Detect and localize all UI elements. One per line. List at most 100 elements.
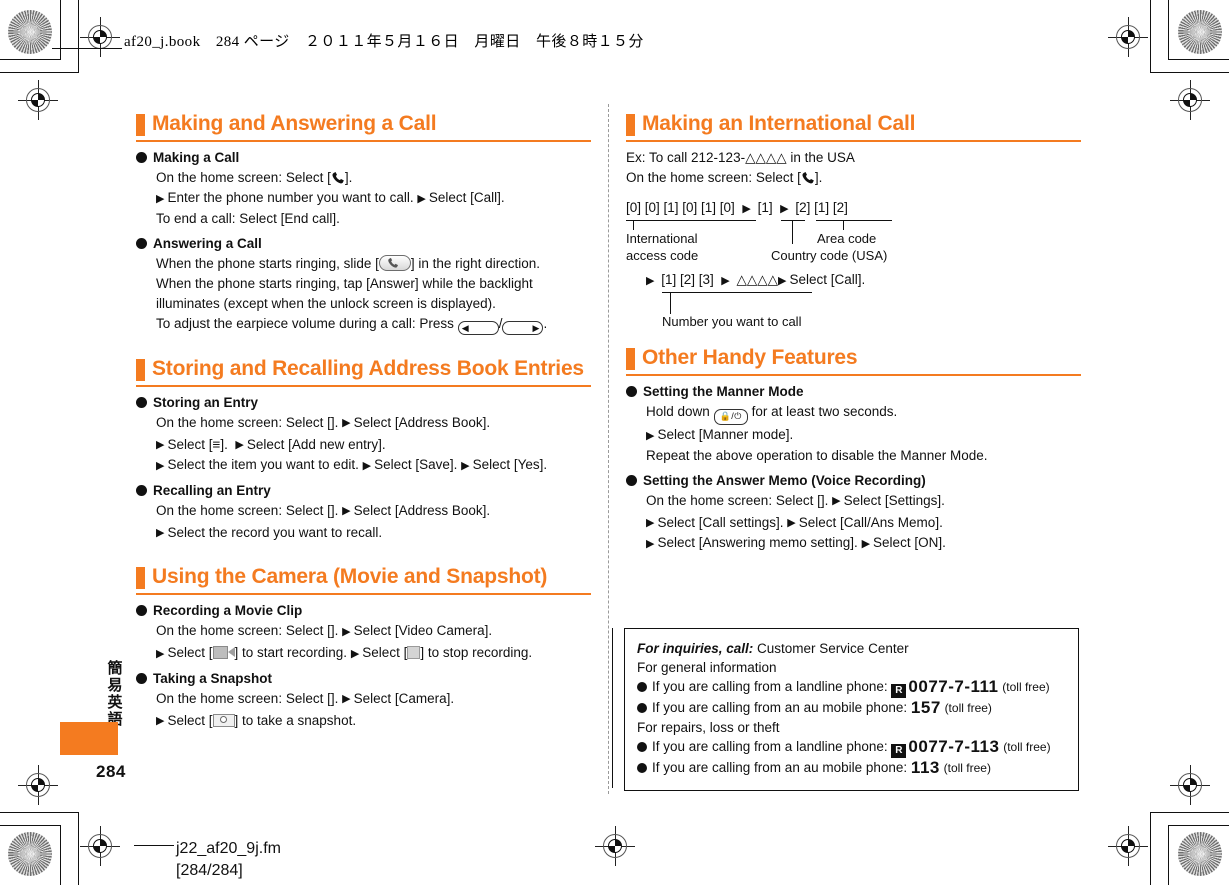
step-text: Select [Manner mode]. (657, 427, 794, 442)
subsection-setting-the-manner-mode: Setting the Manner Mode (626, 382, 1081, 402)
bullet-dot-icon (136, 396, 147, 408)
bullet-dot-icon (637, 703, 647, 713)
triangle-arrow-icon: ▶ (646, 429, 655, 442)
bullet-dot-icon (136, 484, 147, 496)
crop-rule-top-left-v (60, 0, 61, 60)
crop-rule-bottom-left-h (0, 825, 60, 826)
right-column: Making an International Call Ex: To call… (626, 112, 1081, 554)
bullet-dot-icon (136, 672, 147, 684)
country-code-underline (781, 220, 805, 221)
triangle-arrow-icon: ▶ (342, 417, 351, 429)
inquiry-general-label: For general information (637, 660, 777, 675)
manual-page: af20_j.book 284 ページ ２０１１年５月１６日 月曜日 午後８時１… (0, 0, 1229, 885)
section-other-handy-features: Other Handy Features (626, 346, 1081, 376)
number-tick (670, 292, 671, 314)
triangle-arrow-icon: ▶ (861, 537, 871, 550)
step-text: On the home screen: Select [ (626, 170, 801, 185)
subsection-label: Taking a Snapshot (153, 670, 273, 686)
step-text: On the home screen: Select [ (156, 414, 331, 430)
registration-mark-bottom-right (1108, 826, 1148, 866)
print-density-mark-top-left (8, 10, 52, 54)
inquiry-lead-rest: Customer Service Center (753, 641, 909, 656)
step-text: Select the record you want to recall. (167, 524, 383, 540)
step-text: for at least two seconds. (751, 404, 898, 419)
footer-page-range: [284/284] (176, 862, 243, 879)
step-text: Select [≡]. (167, 436, 228, 452)
triangle-arrow-icon: ▶ (156, 192, 165, 205)
step-line: On the home screen: Select []. ▶ Select [… (156, 501, 591, 523)
phone-handset-icon (802, 172, 814, 184)
triangle-arrow-icon: ▶ (342, 693, 351, 705)
step-line: ▶ Select [Call settings]. ▶ Select [Call/A… (646, 513, 1081, 534)
bullet-dot-icon (136, 237, 147, 249)
section-making-and-answering-a-call: Making and Answering a Call (136, 112, 591, 142)
step-text: ] to take a snapshot. (234, 712, 357, 728)
slide-answer-key-icon (378, 254, 411, 271)
section-title: Storing and Recalling Address Book Entri… (152, 356, 584, 380)
triangle-arrow-icon: ▶ (780, 202, 789, 215)
dial-select-call: Select [Call]. (789, 272, 866, 287)
step-text: Select [Camera]. (353, 690, 455, 706)
country-code-keys: [1] (757, 200, 773, 215)
section-title: Making and Answering a Call (152, 112, 437, 135)
step-text: On the home screen: Select [ (156, 502, 331, 518)
step-text: ] in the right direction. (410, 255, 540, 271)
step-line: To adjust the earpiece volume during a c… (156, 315, 548, 335)
volume-up-key-icon: ▶ (502, 320, 544, 335)
step-text: When the phone starts ringing, slide [ (156, 255, 379, 271)
registration-mark-left-upper (18, 80, 58, 120)
inquiry-general-landline: If you are calling from a landline phone… (637, 677, 1066, 698)
section-accent-bar (136, 358, 145, 381)
registration-mark-top-right (1108, 17, 1148, 57)
step-line: On the home screen: Select []. ▶ Select [… (156, 621, 591, 643)
step-line: On the home screen: Select []. (156, 170, 353, 185)
crop-rule-top-right-h (1169, 59, 1229, 60)
caption-country-code: Country code (USA) (771, 248, 888, 263)
step-text: Select [Save]. (374, 457, 458, 472)
footer-file-name: j22_af20_9j.fm (176, 840, 281, 857)
print-density-mark-top-right (1178, 10, 1222, 54)
step-line: ▶ Select [Manner mode]. (646, 425, 1081, 446)
step-line: ▶ Select [Answering memo setting]. ▶ Selec… (646, 533, 1081, 554)
section-accent-bar (136, 114, 145, 136)
triangle-arrow-icon: ▶ (417, 192, 426, 205)
step-text: Select [Address Book]. (353, 414, 491, 430)
bullet-dot-icon (637, 742, 647, 752)
crop-rule-top-left-h (0, 59, 60, 60)
crop-rule-top-left-h2 (0, 72, 78, 73)
subsection-recalling-an-entry: Recalling an Entry (136, 481, 591, 501)
triangle-arrow-icon: ▶ (832, 495, 841, 507)
subscriber-number-keys: [1] [2] [3] (661, 272, 714, 287)
inquiry-box-left-edge (612, 628, 613, 788)
step-line: ▶ Select the item you want to edit. ▶ Sele… (156, 455, 591, 476)
caption-line: International (626, 231, 698, 246)
inquiry-note: (toll free) (944, 701, 992, 715)
access-code-tick (633, 220, 634, 230)
print-density-mark-bottom-right (1178, 832, 1222, 876)
triangle-arrow-icon: ▶ (362, 459, 372, 472)
caption-number-you-want-to-call: Number you want to call (662, 314, 802, 329)
caption-line: access code (626, 248, 699, 263)
subsection-making-a-call: Making a Call (136, 148, 591, 168)
registration-mark-left-lower (18, 765, 58, 805)
step-text: Select [Add new entry]. (246, 436, 386, 452)
inquiry-note: (toll free) (1003, 740, 1051, 754)
triangle-arrow-icon: ▶ (156, 439, 165, 451)
step-text: Enter the phone number you want to call. (167, 190, 414, 205)
page-number: 284 (96, 762, 126, 781)
section-title: Making an International Call (642, 112, 916, 135)
inquiry-repairs-landline: If you are calling from a landline phone… (637, 737, 1066, 758)
step-line: When the phone starts ringing, slide [ ] … (156, 254, 591, 274)
step-line: ▶ Select [≡]. ▶ Select [Add new entry]. (156, 435, 591, 456)
book-slug-line: af20_j.book 284 ページ ２０１１年５月１６日 月曜日 午後８時１… (124, 34, 644, 50)
crop-rule-bottom-left-v (60, 825, 61, 885)
example-text: Ex: To call 212-123-△△△△ in the USA (626, 150, 855, 165)
print-density-mark-bottom-left (8, 832, 52, 876)
step-text: ] to start recording. (234, 645, 348, 660)
subsection-answering-a-call: Answering a Call (136, 234, 591, 254)
slug-rule (52, 48, 122, 49)
lock-power-key-icon: 🔒/⏻ (713, 409, 748, 425)
crop-rule-bottom-left-h2 (0, 812, 78, 813)
step-line: On the home screen: Select []. ▶ Select [… (156, 689, 591, 711)
section-title: Other Handy Features (642, 346, 858, 369)
